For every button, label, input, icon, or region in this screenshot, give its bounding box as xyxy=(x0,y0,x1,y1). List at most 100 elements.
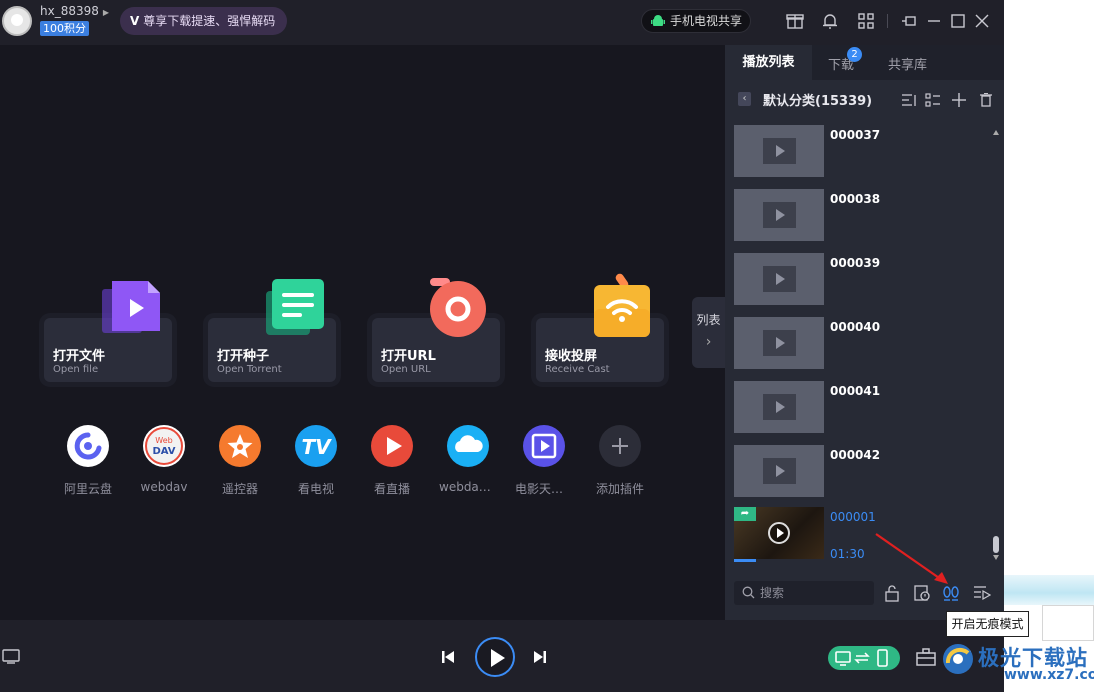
card-subtitle: Open Torrent xyxy=(217,364,282,375)
add-icon[interactable] xyxy=(951,93,967,107)
trash-icon[interactable] xyxy=(978,93,994,107)
title-bar: hx_88398 ▶ 100积分 V 尊享下载提速、强悍解码 手机电视共享 xyxy=(0,0,1004,45)
app-label: 看直播 xyxy=(373,482,410,496)
watermark-url: www.xz7.com xyxy=(1004,667,1094,683)
item-name: 000040 xyxy=(830,320,881,334)
video-thumbnail xyxy=(734,253,824,305)
app-webdav-plugin[interactable]: webdav-... xyxy=(439,425,497,494)
bell-icon[interactable] xyxy=(821,12,839,30)
vip-banner-button[interactable]: V 尊享下载提速、强悍解码 xyxy=(120,7,287,35)
playlist-item[interactable]: 000041 xyxy=(734,381,974,433)
search-icon xyxy=(742,586,755,599)
video-thumbnail xyxy=(734,125,824,177)
list-toggle-label: 列表 xyxy=(696,313,721,327)
app-remote[interactable]: 遥控器 xyxy=(211,425,269,497)
app-aliyun-drive[interactable]: 阿里云盘 xyxy=(59,425,117,497)
app-live[interactable]: 看直播 xyxy=(363,425,421,497)
video-frame-icon xyxy=(763,266,796,292)
playlist-item[interactable]: 000037 xyxy=(734,125,974,177)
incognito-tooltip: 开启无痕模式 xyxy=(946,611,1029,637)
video-frame-icon xyxy=(763,458,796,484)
playlist-item[interactable]: 000040 xyxy=(734,317,974,369)
video-frame-icon xyxy=(763,330,796,356)
torrent-doc-icon xyxy=(266,279,324,335)
playlist-panel: 播放列表 下载 2 共享库 ‹ 默认分类(15339) 000037 00003… xyxy=(725,45,1004,620)
video-frame-icon xyxy=(763,202,796,228)
play-order-icon[interactable] xyxy=(973,584,991,602)
play-button[interactable] xyxy=(475,637,515,677)
gift-icon[interactable] xyxy=(786,12,804,30)
playlist-item[interactable]: 000038 xyxy=(734,189,974,241)
app-add-plugin[interactable]: 添加插件 xyxy=(591,425,649,497)
list-view-icon[interactable] xyxy=(925,93,941,107)
next-icon[interactable] xyxy=(532,649,548,665)
minimize-icon[interactable] xyxy=(925,12,943,30)
username[interactable]: hx_88398 ▶ xyxy=(40,4,109,18)
webdav-icon: Web DAV xyxy=(143,425,185,467)
cloud-puzzle-icon xyxy=(447,425,489,467)
tv-icon: TV xyxy=(295,425,337,467)
video-thumbnail xyxy=(734,317,824,369)
app-label: 阿里云盘 xyxy=(63,482,112,496)
search-input[interactable] xyxy=(760,581,870,605)
card-subtitle: Open URL xyxy=(381,364,431,375)
cast-wifi-icon xyxy=(594,273,650,337)
app-webdav[interactable]: Web DAV webdav xyxy=(135,425,193,494)
app-label: 看电视 xyxy=(297,482,334,496)
svg-text:Web: Web xyxy=(155,436,172,445)
category-header: ‹ 默认分类(15339) xyxy=(725,85,1004,113)
aurora-logo-icon xyxy=(943,644,973,674)
scroll-up-icon[interactable] xyxy=(993,130,999,135)
list-toggle-button[interactable]: 列表 › xyxy=(692,297,725,368)
annotation-arrow xyxy=(875,533,948,584)
file-play-icon xyxy=(102,281,160,333)
share-icon: ➦ xyxy=(734,507,756,521)
toolbox-icon[interactable] xyxy=(916,648,936,666)
pin-icon[interactable] xyxy=(901,12,919,30)
video-frame-icon xyxy=(763,394,796,420)
download-count-badge: 2 xyxy=(847,47,862,62)
app-label: webdav xyxy=(140,480,188,494)
playlist-item[interactable]: 000039 xyxy=(734,253,974,305)
sort-icon[interactable] xyxy=(901,93,917,107)
titlebar-divider xyxy=(887,14,888,28)
cast-to-device-button[interactable] xyxy=(828,646,900,670)
video-frame-icon xyxy=(763,138,796,164)
maximize-icon[interactable] xyxy=(949,12,967,30)
scroll-down-icon[interactable] xyxy=(993,555,999,560)
playlist-scrollbar[interactable] xyxy=(993,130,999,570)
svg-text:DAV: DAV xyxy=(152,446,175,457)
phone-tv-share-button[interactable]: 手机电视共享 xyxy=(641,9,751,33)
close-icon[interactable] xyxy=(973,12,991,30)
app-label: 添加插件 xyxy=(595,482,644,496)
apps-grid-icon[interactable] xyxy=(857,12,875,30)
tv-mode-icon[interactable] xyxy=(2,648,20,664)
chevron-right-icon: › xyxy=(705,334,712,350)
category-title: 默认分类(15339) xyxy=(763,94,873,109)
previous-icon[interactable] xyxy=(440,649,456,665)
username-text: hx_88398 xyxy=(40,4,99,18)
item-name: 000038 xyxy=(830,192,881,206)
scrollbar-thumb[interactable] xyxy=(993,536,999,553)
app-label: webdav-... xyxy=(439,480,497,494)
url-circle-icon xyxy=(430,278,486,337)
app-movie-heaven[interactable]: 电影天堂... xyxy=(515,425,573,497)
desktop-background xyxy=(1004,0,1094,692)
card-title: 打开文件 xyxy=(53,349,106,364)
android-icon xyxy=(651,15,665,26)
vip-v-icon: V xyxy=(130,14,140,28)
movie-play-icon xyxy=(523,425,565,467)
video-thumbnail xyxy=(734,189,824,241)
svg-text:TV: TV xyxy=(301,435,332,459)
tab-shared-library[interactable]: 共享库 xyxy=(888,54,927,73)
item-name: 000039 xyxy=(830,256,881,270)
play-circle-icon xyxy=(768,522,790,544)
app-watch-tv[interactable]: TV 看电视 xyxy=(287,425,345,497)
playlist-item[interactable]: 000042 xyxy=(734,445,974,497)
avatar[interactable] xyxy=(2,6,32,36)
points-badge[interactable]: 100积分 xyxy=(40,21,89,36)
vip-banner-text: 尊享下载提速、强悍解码 xyxy=(143,14,276,28)
card-title: 接收投屏 xyxy=(545,349,598,364)
tab-playlist[interactable]: 播放列表 xyxy=(725,45,812,80)
back-icon[interactable]: ‹ xyxy=(738,92,751,106)
